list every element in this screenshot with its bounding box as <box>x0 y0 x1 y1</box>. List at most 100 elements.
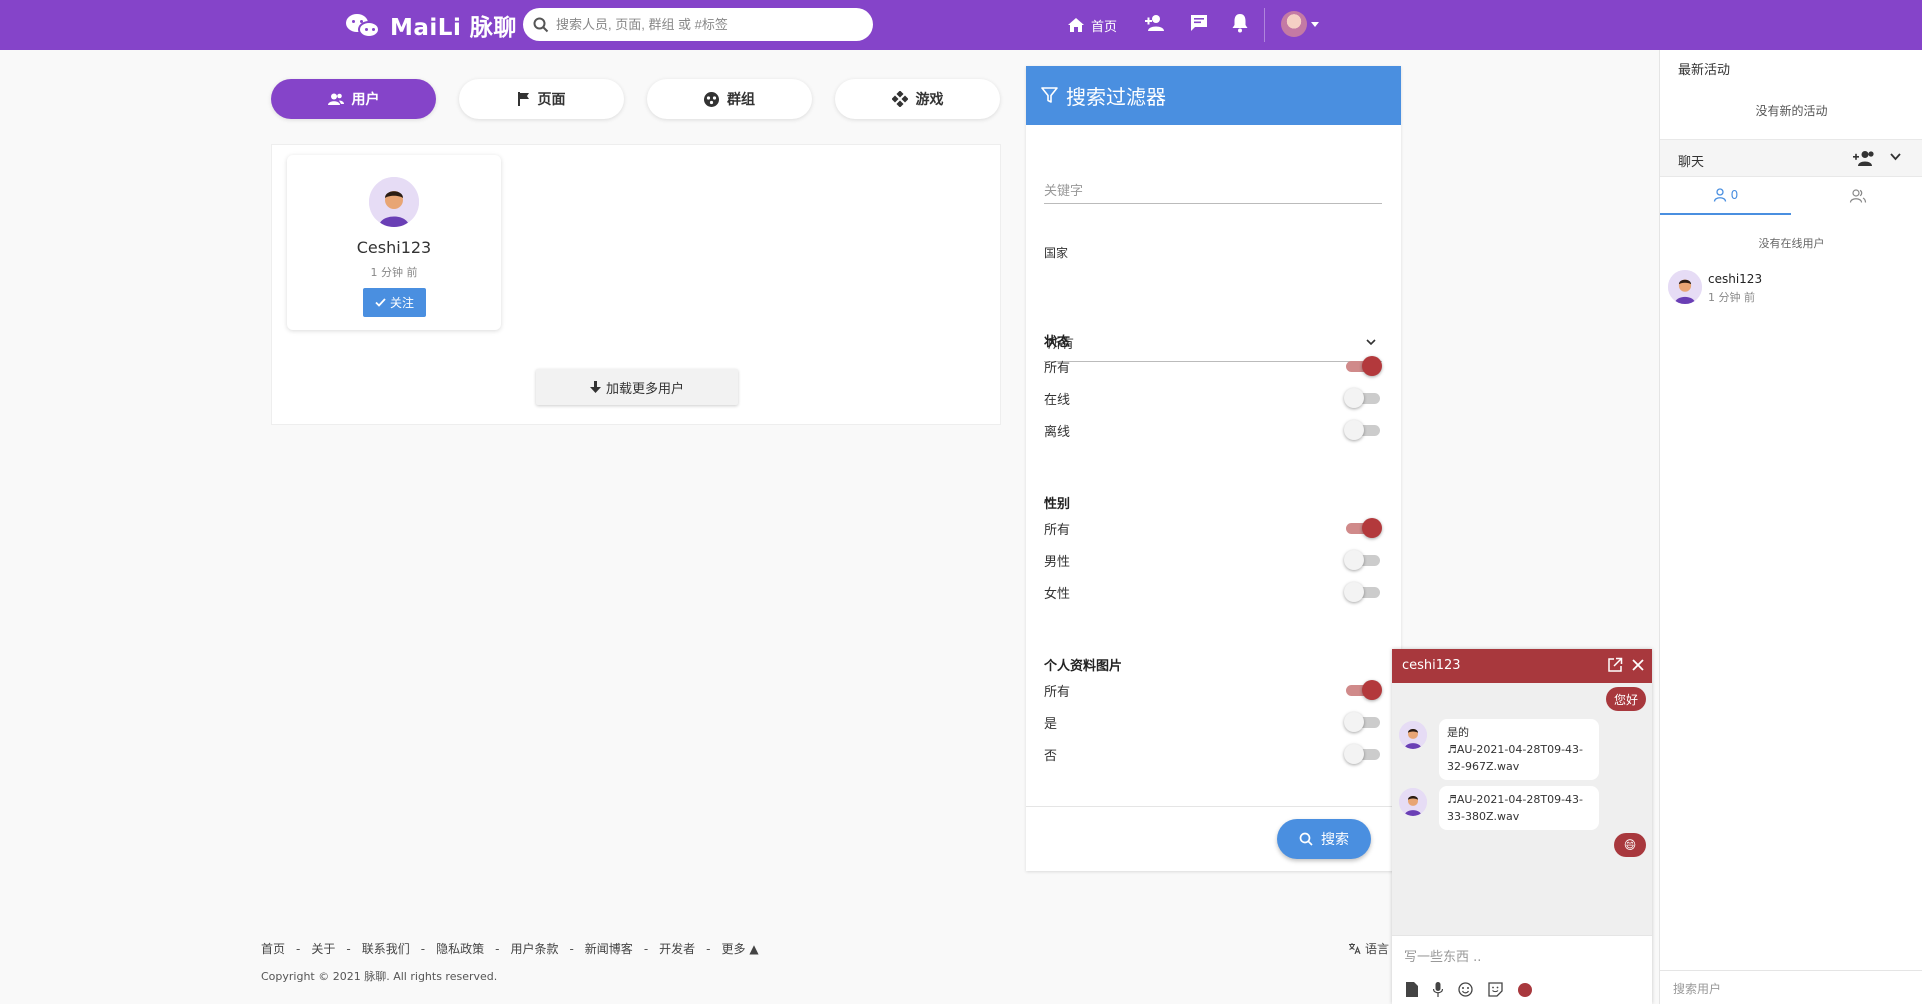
users-results-panel: Ceshi123 1 分钟 前 关注 加载更多用户 <box>271 144 1001 425</box>
gender-option-female[interactable]: 女性 <box>1044 581 1382 603</box>
record-button[interactable] <box>1518 982 1532 997</box>
sticker-icon[interactable] <box>1488 982 1503 997</box>
user-card[interactable]: Ceshi123 1 分钟 前 关注 <box>287 155 501 330</box>
gender-option-female-label: 女性 <box>1044 586 1071 602</box>
microphone-icon[interactable] <box>1433 982 1443 997</box>
tab-users-label: 用户 <box>351 92 380 108</box>
chat-partner-name[interactable]: ceshi123 <box>1402 658 1461 673</box>
status-option-online[interactable]: 在线 <box>1044 387 1382 409</box>
tab-offline-users[interactable] <box>1792 177 1922 215</box>
nav-home-link[interactable]: 首页 <box>1067 0 1117 50</box>
search-input[interactable] <box>556 17 846 32</box>
status-offline-toggle[interactable] <box>1344 420 1382 440</box>
footer-link-home[interactable]: 首页 <box>261 940 285 957</box>
chat-compose: 写一些东西 .. <box>1392 935 1652 1004</box>
message-outgoing: 您好 <box>1605 687 1646 711</box>
gamepad-icon <box>891 91 908 107</box>
add-friend-icon[interactable] <box>1144 13 1166 37</box>
photo-option-no[interactable]: 否 <box>1044 743 1382 765</box>
chat-message-input[interactable]: 写一些东西 .. <box>1404 946 1481 965</box>
tab-games[interactable]: 游戏 <box>835 79 1000 119</box>
emoji-icon[interactable] <box>1458 982 1473 997</box>
keyword-input[interactable]: 关键字 <box>1044 180 1382 204</box>
user-card-name[interactable]: Ceshi123 <box>287 238 501 257</box>
footer-separator: - <box>296 941 301 956</box>
follow-button-label: 关注 <box>389 296 414 310</box>
footer-link-privacy[interactable]: 隐私政策 <box>436 940 484 957</box>
photo-option-all[interactable]: 所有 <box>1044 679 1382 701</box>
global-search[interactable] <box>523 8 873 41</box>
chat-subtabs: 0 <box>1660 177 1922 215</box>
latest-activity-title: 最新活动 <box>1678 63 1731 78</box>
gender-male-toggle[interactable] <box>1344 550 1382 570</box>
tab-online-users[interactable]: 0 <box>1660 177 1791 215</box>
footer-links: 首页 - 关于 - 联系我们 - 隐私政策 - 用户条款 - 新闻博客 - 开发者 - 更多 … <box>261 940 759 957</box>
status-option-all[interactable]: 所有 <box>1044 355 1382 377</box>
translate-icon <box>1349 943 1361 954</box>
tab-users[interactable]: 用户 <box>271 79 436 119</box>
chat-bubbles-icon <box>344 11 382 39</box>
gender-all-toggle[interactable] <box>1344 518 1382 538</box>
gender-option-male-label: 男性 <box>1044 554 1071 570</box>
user-avatar[interactable] <box>369 177 419 227</box>
footer-link-terms[interactable]: 用户条款 <box>510 940 558 957</box>
music-note-icon: ♬ <box>1447 793 1457 806</box>
filter-search-button[interactable]: 搜索 <box>1277 819 1371 859</box>
language-selector[interactable]: 语言 <box>1349 940 1389 957</box>
gender-option-male[interactable]: 男性 <box>1044 549 1382 571</box>
gender-option-all[interactable]: 所有 <box>1044 517 1382 539</box>
footer-link-more[interactable]: 更多 ▲ <box>722 940 759 957</box>
footer-link-developers[interactable]: 开发者 <box>659 940 695 957</box>
status-all-toggle[interactable] <box>1344 356 1382 376</box>
search-filter-panel: 搜索过滤器 关键字 国家 所有 状态 所有 在线 离线 性别 所有 男性 女性 … <box>1026 66 1401 871</box>
file-attach-icon[interactable] <box>1406 982 1418 997</box>
chat-section-label: 聊天 <box>1678 155 1705 170</box>
audio-file-name: AU-2021-04-28T09-43-33-380Z.wav <box>1447 793 1583 823</box>
photo-option-yes-label: 是 <box>1044 716 1058 732</box>
user-outline-icon <box>1713 188 1726 202</box>
load-more-users-button[interactable]: 加载更多用户 <box>536 369 738 405</box>
filter-search-label: 搜索 <box>1321 832 1349 848</box>
user-card-last-seen: 1 分钟 前 <box>370 266 418 279</box>
external-link-icon[interactable] <box>1607 657 1623 673</box>
search-icon <box>1299 832 1313 846</box>
chevron-down-icon[interactable] <box>1890 153 1901 161</box>
nav-divider <box>1264 8 1265 42</box>
photo-no-toggle[interactable] <box>1344 744 1382 764</box>
status-online-toggle[interactable] <box>1344 388 1382 408</box>
country-label: 国家 <box>1044 246 1069 260</box>
filter-header: 搜索过滤器 <box>1026 66 1401 125</box>
photo-yes-toggle[interactable] <box>1344 712 1382 732</box>
messages-icon[interactable] <box>1189 13 1209 37</box>
users-icon <box>327 93 344 105</box>
brand-logo[interactable]: MaiLi 脉聊 <box>344 9 517 41</box>
footer-link-contact[interactable]: 联系我们 <box>362 940 410 957</box>
close-icon[interactable] <box>1630 657 1646 673</box>
tab-games-label: 游戏 <box>915 92 944 108</box>
sidebar-user-item[interactable]: ceshi123 1 分钟 前 <box>1668 270 1918 308</box>
footer-link-blog[interactable]: 新闻博客 <box>585 940 633 957</box>
photo-option-yes[interactable]: 是 <box>1044 711 1382 733</box>
gender-female-toggle[interactable] <box>1344 582 1382 602</box>
no-online-users-text: 没有在线用户 <box>1758 237 1825 250</box>
tab-groups[interactable]: 群组 <box>647 79 812 119</box>
footer-link-about[interactable]: 关于 <box>311 940 335 957</box>
follow-button[interactable]: 关注 <box>363 288 426 317</box>
photo-all-toggle[interactable] <box>1344 680 1382 700</box>
filter-footer-divider <box>1026 806 1401 807</box>
audio-attachment[interactable]: ♬AU-2021-04-28T09-43-32-967Z.wav <box>1447 741 1591 775</box>
right-sidebar: 最新活动 没有新的活动 聊天 0 没有在线用户 ceshi123 1 分钟 前 … <box>1659 50 1922 1004</box>
audio-attachment[interactable]: ♬AU-2021-04-28T09-43-33-380Z.wav <box>1447 791 1591 825</box>
filter-title: 搜索过滤器 <box>1066 85 1166 109</box>
notifications-bell-icon[interactable] <box>1231 13 1249 37</box>
search-users-input[interactable]: 搜索用户 <box>1660 970 1922 1004</box>
profile-avatar[interactable] <box>1281 11 1307 37</box>
profile-menu-caret-icon[interactable] <box>1311 22 1319 27</box>
tab-pages-label: 页面 <box>537 92 566 108</box>
photo-group-title: 个人资料图片 <box>1044 659 1123 674</box>
status-option-offline[interactable]: 离线 <box>1044 419 1382 441</box>
add-user-icon[interactable] <box>1853 150 1875 166</box>
status-option-online-label: 在线 <box>1044 392 1071 408</box>
tab-pages[interactable]: 页面 <box>459 79 624 119</box>
search-icon <box>533 17 549 32</box>
